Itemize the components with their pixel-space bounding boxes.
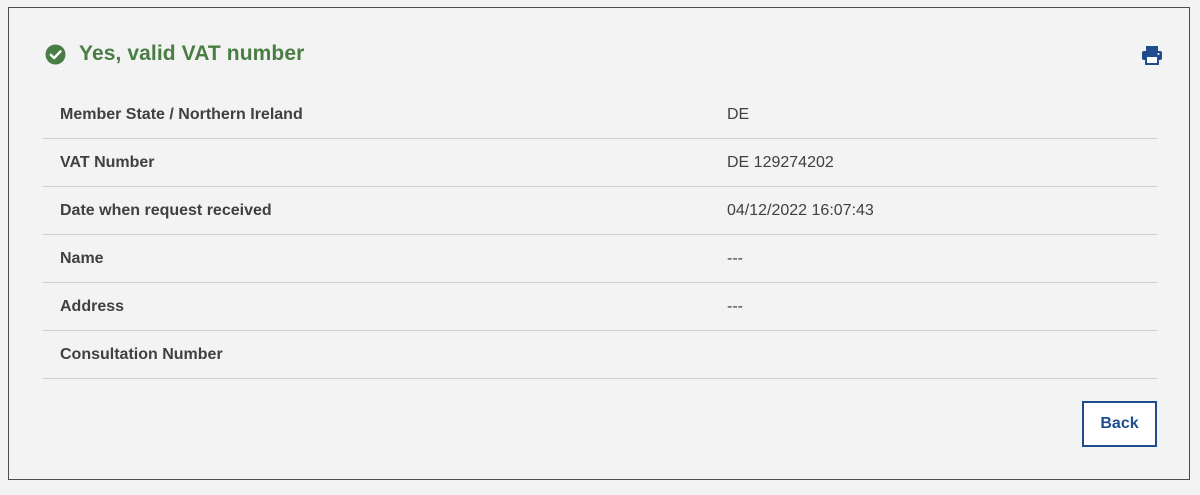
result-title: Yes, valid VAT number xyxy=(79,42,305,65)
detail-label: Date when request received xyxy=(60,202,272,219)
detail-label: Member State / Northern Ireland xyxy=(60,106,303,123)
detail-value: --- xyxy=(727,250,743,267)
detail-label: Address xyxy=(60,298,125,315)
result-panel: Yes, valid VAT number Member State / Nor… xyxy=(8,7,1190,480)
detail-label: Consultation Number xyxy=(60,346,223,363)
detail-label: VAT Number xyxy=(60,154,155,171)
detail-row-vat-number: VAT Number DE 129274202 xyxy=(43,139,1157,187)
result-header: Yes, valid VAT number xyxy=(45,42,304,66)
detail-value: --- xyxy=(727,298,743,315)
detail-row-member-state: Member State / Northern Ireland DE xyxy=(43,91,1157,139)
check-circle-icon xyxy=(45,44,66,65)
detail-value: DE 129274202 xyxy=(727,154,834,171)
printer-icon[interactable] xyxy=(1141,45,1163,65)
detail-value: 04/12/2022 16:07:43 xyxy=(727,202,874,219)
detail-row-address: Address --- xyxy=(43,283,1157,331)
detail-label: Name xyxy=(60,250,104,267)
detail-value: DE xyxy=(727,106,750,123)
detail-row-name: Name --- xyxy=(43,235,1157,283)
vat-details-table: Member State / Northern Ireland DE VAT N… xyxy=(43,91,1157,379)
detail-row-consultation-number: Consultation Number xyxy=(43,331,1157,379)
back-button[interactable]: Back xyxy=(1082,401,1157,447)
detail-row-request-date: Date when request received 04/12/2022 16… xyxy=(43,187,1157,235)
